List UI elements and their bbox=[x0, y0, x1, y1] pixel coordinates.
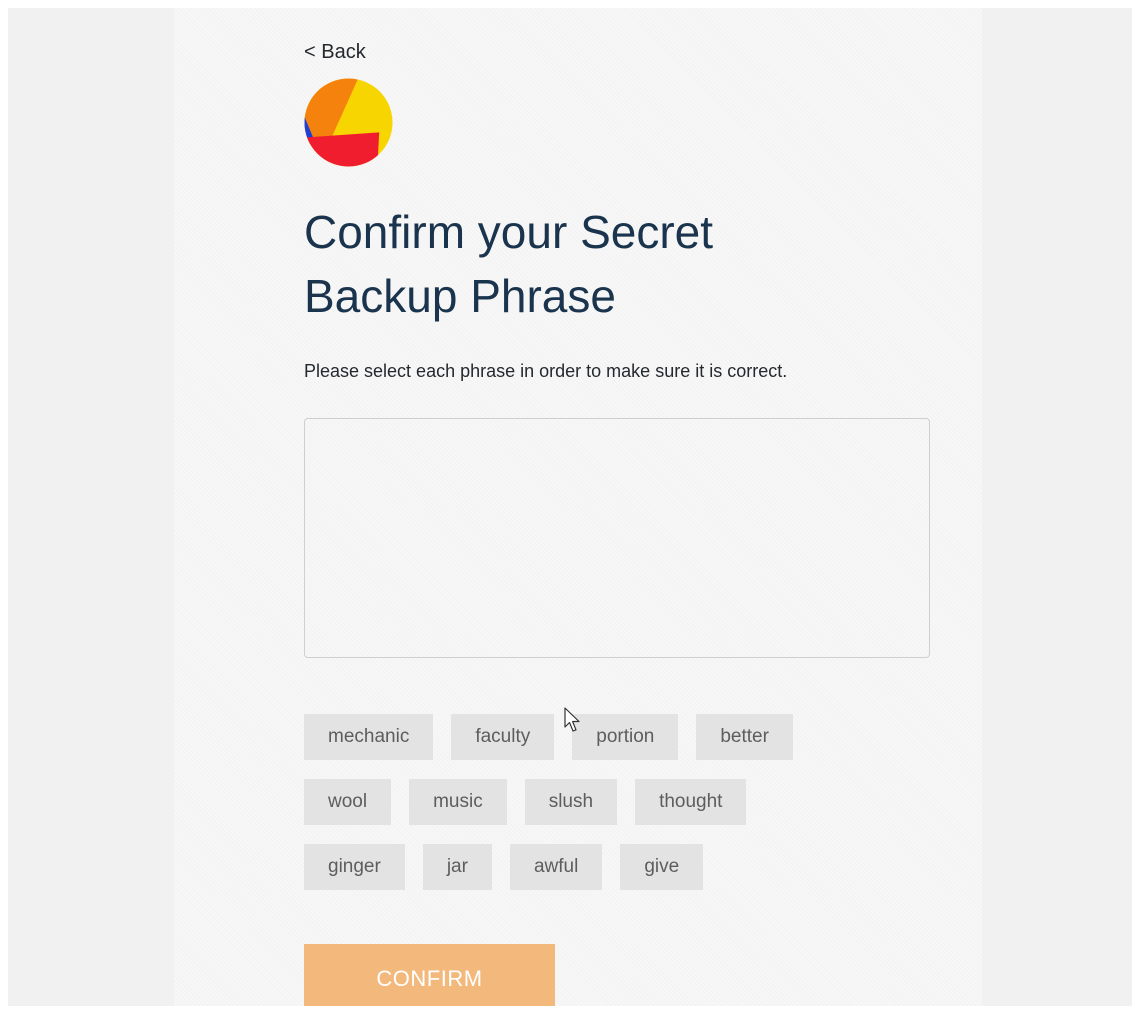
word-row: wool music slush thought bbox=[304, 779, 944, 825]
word-button-wool[interactable]: wool bbox=[304, 779, 392, 825]
word-button-jar[interactable]: jar bbox=[422, 844, 492, 890]
page-title: Confirm your Secret Backup Phrase bbox=[304, 206, 714, 322]
instructions-text: Please select each phrase in order to ma… bbox=[304, 361, 788, 381]
word-button-mechanic[interactable]: mechanic bbox=[304, 714, 434, 760]
word-row: ginger jar awful give bbox=[304, 844, 944, 890]
identicon-avatar-icon bbox=[304, 78, 393, 167]
app-frame: < Back Confirm your Secret Backup Phrase… bbox=[8, 8, 1132, 1006]
word-button-faculty[interactable]: faculty bbox=[451, 714, 555, 760]
word-button-music[interactable]: music bbox=[409, 779, 507, 825]
word-button-thought[interactable]: thought bbox=[635, 779, 747, 825]
word-button-slush[interactable]: slush bbox=[524, 779, 618, 825]
word-row: mechanic faculty portion better bbox=[304, 714, 944, 760]
confirm-button[interactable]: CONFIRM bbox=[304, 944, 555, 1006]
selected-phrase-area[interactable] bbox=[304, 418, 930, 658]
mouse-cursor-icon bbox=[564, 707, 580, 732]
word-button-ginger[interactable]: ginger bbox=[304, 844, 405, 890]
word-options: mechanic faculty portion better wool mus… bbox=[304, 714, 944, 909]
word-button-better[interactable]: better bbox=[696, 714, 793, 760]
word-button-portion[interactable]: portion bbox=[572, 714, 679, 760]
back-link[interactable]: < Back bbox=[304, 41, 366, 64]
word-button-awful[interactable]: awful bbox=[509, 844, 603, 890]
confirm-phrase-panel: < Back Confirm your Secret Backup Phrase… bbox=[174, 8, 982, 1006]
word-button-give[interactable]: give bbox=[620, 844, 704, 890]
